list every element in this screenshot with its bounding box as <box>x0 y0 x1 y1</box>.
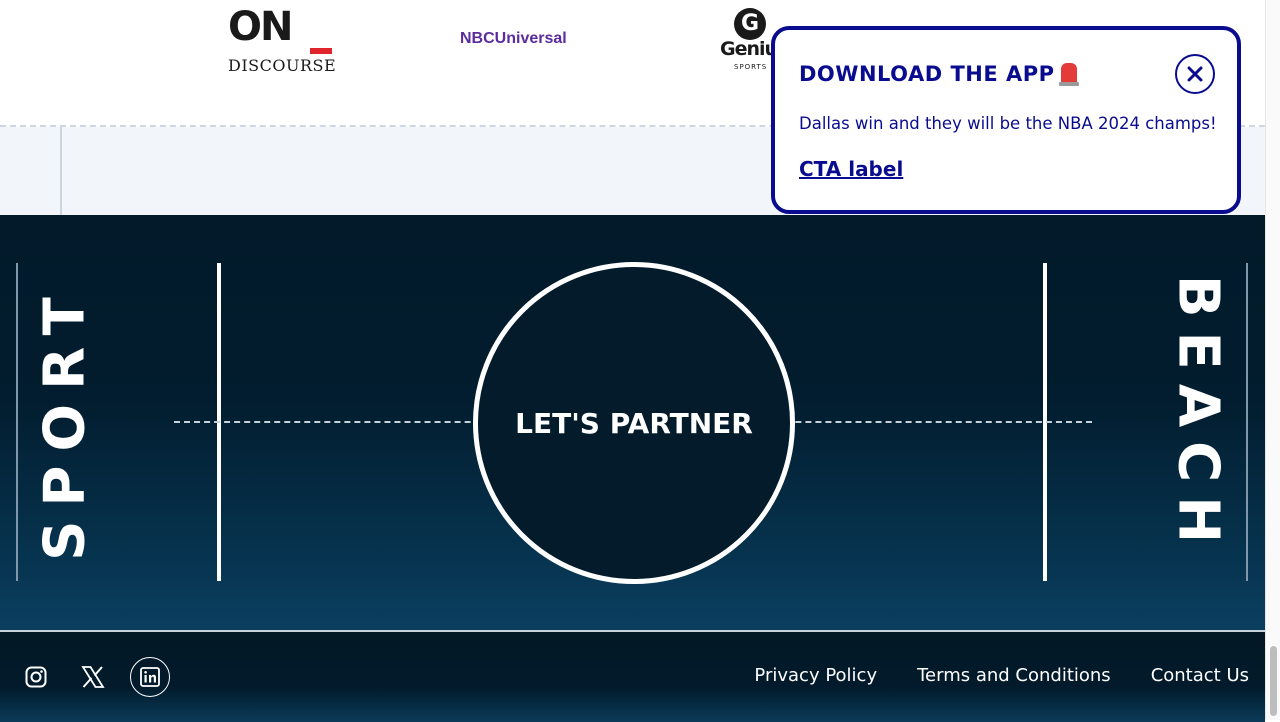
lets-partner-button[interactable]: LET'S PARTNER <box>473 262 795 584</box>
contact-us-link[interactable]: Contact Us <box>1151 665 1249 686</box>
on-discourse-logo[interactable]: ON DISCOURSE <box>228 4 336 75</box>
court-section: SPORT BEACH LET'S PARTNER <box>0 215 1265 630</box>
beach-word: BEACH <box>1165 274 1231 558</box>
linkedin-icon[interactable] <box>130 657 170 697</box>
instagram-icon[interactable] <box>16 657 56 697</box>
siren-icon <box>1058 63 1079 86</box>
privacy-policy-link[interactable]: Privacy Policy <box>754 665 877 686</box>
popup-message: Dallas win and they will be the NBA 2024… <box>799 114 1217 133</box>
footer: Privacy Policy Terms and Conditions Cont… <box>0 630 1265 722</box>
popup-cta-link[interactable]: CTA label <box>799 157 903 181</box>
on-discourse-logo-bottom: DISCOURSE <box>228 56 337 75</box>
nbcuniversal-logo[interactable]: NBCUniversal <box>460 30 567 48</box>
footer-links: Privacy Policy Terms and Conditions Cont… <box>754 665 1249 686</box>
terms-and-conditions-link[interactable]: Terms and Conditions <box>917 665 1111 686</box>
x-icon[interactable] <box>73 657 113 697</box>
sport-word: SPORT <box>32 283 98 561</box>
popup-title-row: DOWNLOAD THE APP <box>799 62 1079 86</box>
scrollbar-thumb[interactable] <box>1270 646 1277 716</box>
lets-partner-label: LET'S PARTNER <box>515 406 753 440</box>
on-discourse-logo-dash <box>310 48 332 54</box>
genius-logo-mark: G <box>734 8 766 40</box>
court-right-edge <box>1246 263 1248 581</box>
band-divider <box>60 127 62 215</box>
on-discourse-logo-top: ON <box>228 4 293 50</box>
genius-logo-name: Geniu <box>720 38 778 60</box>
genius-logo-sub: SPORTS <box>734 63 768 71</box>
popup-title: DOWNLOAD THE APP <box>799 62 1055 86</box>
court-left-edge <box>16 263 18 581</box>
close-icon[interactable] <box>1175 54 1215 94</box>
page-scrollbar[interactable] <box>1265 0 1280 720</box>
download-app-popup: DOWNLOAD THE APP Dallas win and they wil… <box>771 26 1241 214</box>
